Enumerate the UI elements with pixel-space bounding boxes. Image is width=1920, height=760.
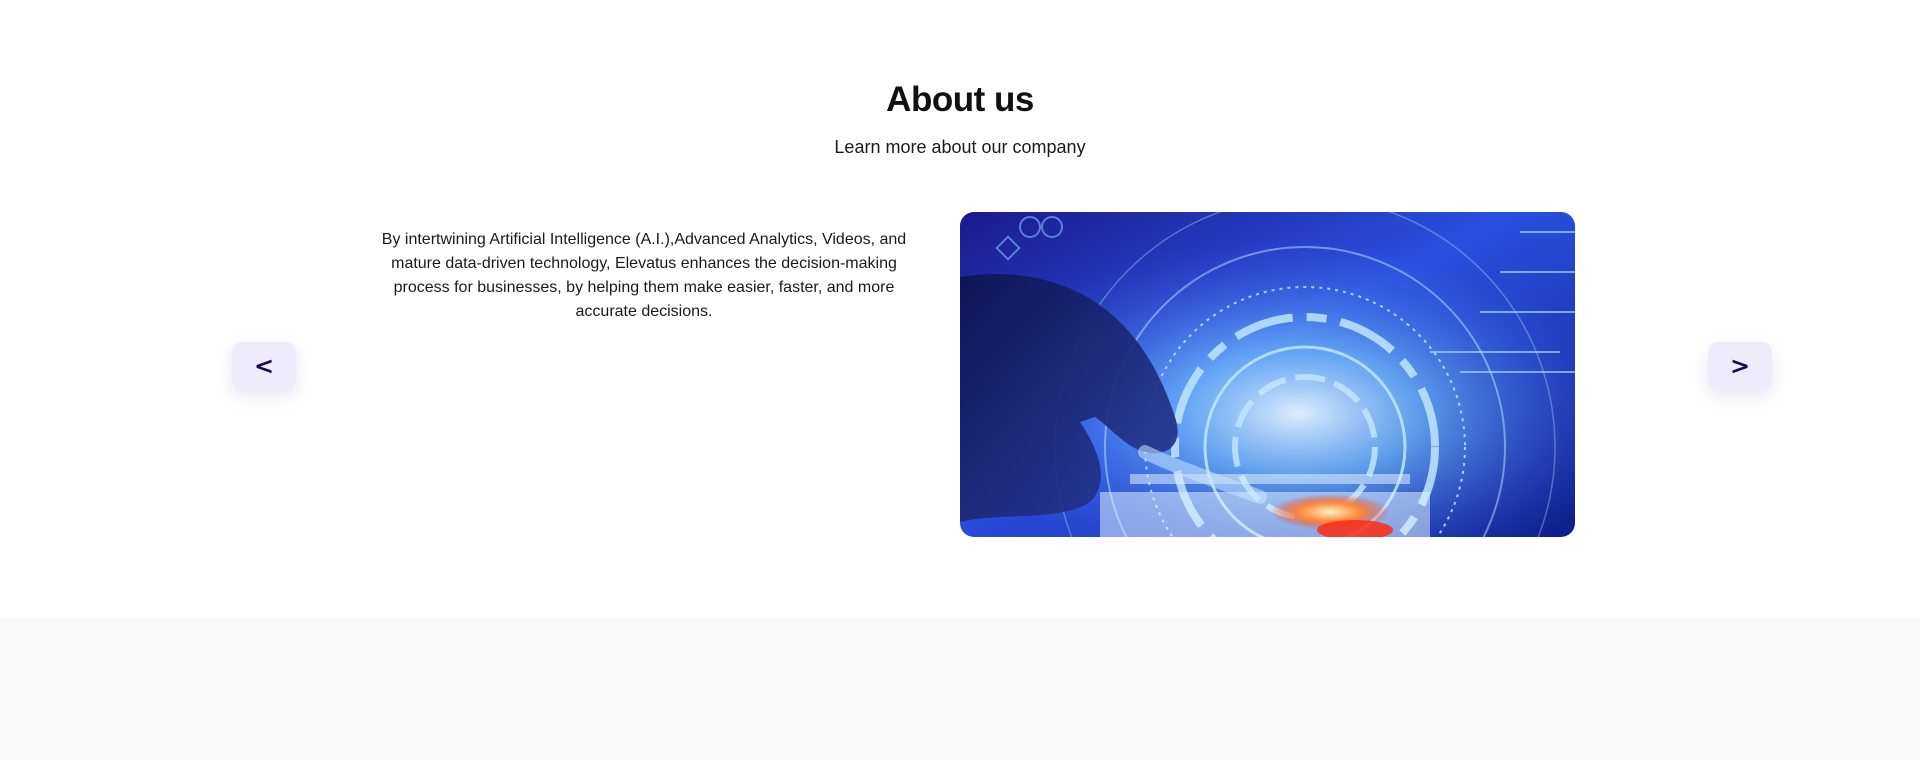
carousel-next-button[interactable]: > bbox=[1708, 342, 1772, 390]
carousel-prev-button[interactable]: < bbox=[232, 342, 296, 390]
about-image bbox=[960, 212, 1575, 537]
next-section-band bbox=[0, 618, 1920, 760]
section-title: About us bbox=[886, 80, 1034, 119]
about-description: By intertwining Artificial Intelligence … bbox=[381, 231, 907, 320]
section-subtitle: Learn more about our company bbox=[834, 137, 1086, 157]
about-section: About us Learn more about our company < … bbox=[0, 0, 1920, 618]
